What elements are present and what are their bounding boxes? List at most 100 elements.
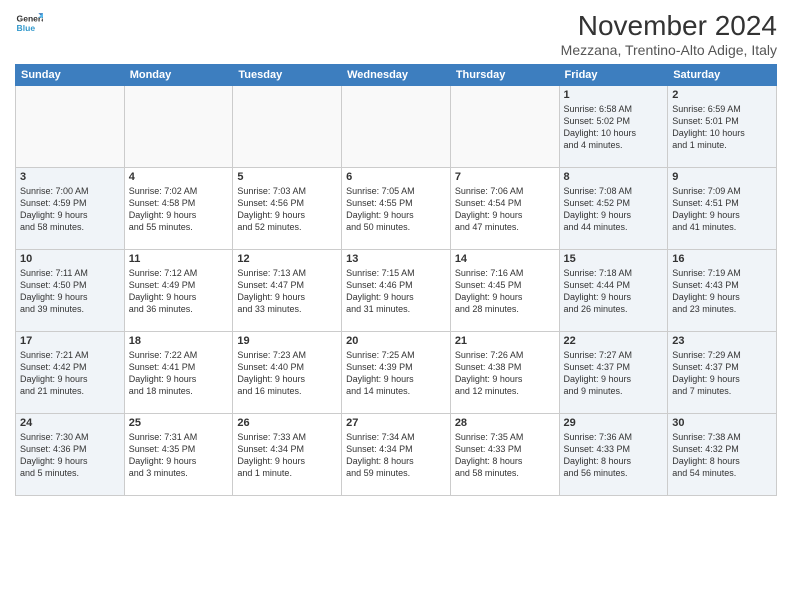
day-number: 27 xyxy=(346,417,446,429)
calendar-header-monday: Monday xyxy=(124,65,233,86)
calendar-header-wednesday: Wednesday xyxy=(342,65,451,86)
day-info: Sunrise: 7:27 AM Sunset: 4:37 PM Dayligh… xyxy=(564,349,664,398)
calendar-header-friday: Friday xyxy=(559,65,668,86)
calendar-cell: 18 Sunrise: 7:22 AM Sunset: 4:41 PM Dayli… xyxy=(124,332,233,414)
day-number: 28 xyxy=(455,417,555,429)
day-info: Sunrise: 7:38 AM Sunset: 4:32 PM Dayligh… xyxy=(672,431,772,480)
calendar-cell: 7Sunrise: 7:06 AM Sunset: 4:54 PM Daylig… xyxy=(450,168,559,250)
calendar-cell: 2 Sunrise: 6:59 AM Sunset: 5:01 PM Daylig… xyxy=(668,86,777,168)
day-info: Sunrise: 7:21 AM Sunset: 4:42 PM Dayligh… xyxy=(20,349,120,398)
calendar-cell: 24Sunrise: 7:30 AM Sunset: 4:36 PM Dayli… xyxy=(16,414,125,496)
calendar-cell: 17 Sunrise: 7:21 AM Sunset: 4:42 PM Dayli… xyxy=(16,332,125,414)
calendar-cell: 25 Sunrise: 7:31 AM Sunset: 4:35 PM Dayli… xyxy=(124,414,233,496)
calendar-cell: 20 Sunrise: 7:25 AM Sunset: 4:39 PM Dayli… xyxy=(342,332,451,414)
calendar-cell: 28 Sunrise: 7:35 AM Sunset: 4:33 PM Dayli… xyxy=(450,414,559,496)
day-info: Sunrise: 7:09 AM Sunset: 4:51 PM Dayligh… xyxy=(672,185,772,234)
day-info: Sunrise: 7:16 AM Sunset: 4:45 PM Dayligh… xyxy=(455,267,555,316)
calendar-header-row: SundayMondayTuesdayWednesdayThursdayFrid… xyxy=(16,65,777,86)
page: General Blue November 2024 Mezzana, Tren… xyxy=(0,0,792,612)
day-number: 4 xyxy=(129,171,229,183)
day-info: Sunrise: 7:13 AM Sunset: 4:47 PM Dayligh… xyxy=(237,267,337,316)
day-info: Sunrise: 7:19 AM Sunset: 4:43 PM Dayligh… xyxy=(672,267,772,316)
calendar-cell: 10 Sunrise: 7:11 AM Sunset: 4:50 PM Dayli… xyxy=(16,250,125,332)
day-number: 9 xyxy=(672,171,772,183)
day-info: Sunrise: 7:34 AM Sunset: 4:34 PM Dayligh… xyxy=(346,431,446,480)
calendar-cell: 6Sunrise: 7:05 AM Sunset: 4:55 PM Daylig… xyxy=(342,168,451,250)
calendar-cell: 13 Sunrise: 7:15 AM Sunset: 4:46 PM Dayli… xyxy=(342,250,451,332)
svg-text:Blue: Blue xyxy=(17,23,36,33)
calendar-week-1: 1 Sunrise: 6:58 AM Sunset: 5:02 PM Daylig… xyxy=(16,86,777,168)
calendar-header-sunday: Sunday xyxy=(16,65,125,86)
header: General Blue November 2024 Mezzana, Tren… xyxy=(15,10,777,58)
calendar-week-5: 24Sunrise: 7:30 AM Sunset: 4:36 PM Dayli… xyxy=(16,414,777,496)
calendar-cell: 29Sunrise: 7:36 AM Sunset: 4:33 PM Dayli… xyxy=(559,414,668,496)
day-number: 11 xyxy=(129,253,229,265)
day-number: 14 xyxy=(455,253,555,265)
day-info: Sunrise: 7:33 AM Sunset: 4:34 PM Dayligh… xyxy=(237,431,337,480)
svg-text:General: General xyxy=(17,14,43,24)
day-number: 6 xyxy=(346,171,446,183)
day-info: Sunrise: 7:36 AM Sunset: 4:33 PM Dayligh… xyxy=(564,431,664,480)
logo: General Blue xyxy=(15,10,43,38)
day-number: 17 xyxy=(20,335,120,347)
calendar-cell: 4 Sunrise: 7:02 AM Sunset: 4:58 PM Daylig… xyxy=(124,168,233,250)
day-info: Sunrise: 7:12 AM Sunset: 4:49 PM Dayligh… xyxy=(129,267,229,316)
day-number: 5 xyxy=(237,171,337,183)
calendar-cell: 27 Sunrise: 7:34 AM Sunset: 4:34 PM Dayli… xyxy=(342,414,451,496)
day-number: 16 xyxy=(672,253,772,265)
day-info: Sunrise: 7:15 AM Sunset: 4:46 PM Dayligh… xyxy=(346,267,446,316)
day-number: 2 xyxy=(672,89,772,101)
calendar-cell: 14 Sunrise: 7:16 AM Sunset: 4:45 PM Dayli… xyxy=(450,250,559,332)
day-number: 23 xyxy=(672,335,772,347)
day-info: Sunrise: 6:58 AM Sunset: 5:02 PM Dayligh… xyxy=(564,103,664,152)
day-number: 20 xyxy=(346,335,446,347)
day-info: Sunrise: 7:00 AM Sunset: 4:59 PM Dayligh… xyxy=(20,185,120,234)
logo-icon: General Blue xyxy=(15,10,43,38)
calendar-cell xyxy=(16,86,125,168)
day-number: 22 xyxy=(564,335,664,347)
calendar-cell: 26 Sunrise: 7:33 AM Sunset: 4:34 PM Dayli… xyxy=(233,414,342,496)
day-number: 10 xyxy=(20,253,120,265)
day-number: 1 xyxy=(564,89,664,101)
day-number: 30 xyxy=(672,417,772,429)
day-info: Sunrise: 7:23 AM Sunset: 4:40 PM Dayligh… xyxy=(237,349,337,398)
calendar-cell: 1 Sunrise: 6:58 AM Sunset: 5:02 PM Daylig… xyxy=(559,86,668,168)
day-number: 13 xyxy=(346,253,446,265)
day-number: 21 xyxy=(455,335,555,347)
day-info: Sunrise: 7:31 AM Sunset: 4:35 PM Dayligh… xyxy=(129,431,229,480)
day-info: Sunrise: 6:59 AM Sunset: 5:01 PM Dayligh… xyxy=(672,103,772,152)
day-number: 12 xyxy=(237,253,337,265)
calendar-header-thursday: Thursday xyxy=(450,65,559,86)
day-info: Sunrise: 7:03 AM Sunset: 4:56 PM Dayligh… xyxy=(237,185,337,234)
day-number: 25 xyxy=(129,417,229,429)
title-block: November 2024 Mezzana, Trentino-Alto Adi… xyxy=(561,10,777,58)
calendar-cell: 15Sunrise: 7:18 AM Sunset: 4:44 PM Dayli… xyxy=(559,250,668,332)
day-info: Sunrise: 7:35 AM Sunset: 4:33 PM Dayligh… xyxy=(455,431,555,480)
day-info: Sunrise: 7:22 AM Sunset: 4:41 PM Dayligh… xyxy=(129,349,229,398)
calendar-cell: 5 Sunrise: 7:03 AM Sunset: 4:56 PM Daylig… xyxy=(233,168,342,250)
calendar-header-tuesday: Tuesday xyxy=(233,65,342,86)
calendar-table: SundayMondayTuesdayWednesdayThursdayFrid… xyxy=(15,64,777,496)
day-number: 18 xyxy=(129,335,229,347)
day-info: Sunrise: 7:02 AM Sunset: 4:58 PM Dayligh… xyxy=(129,185,229,234)
day-number: 24 xyxy=(20,417,120,429)
calendar-cell: 23 Sunrise: 7:29 AM Sunset: 4:37 PM Dayli… xyxy=(668,332,777,414)
calendar-cell: 3Sunrise: 7:00 AM Sunset: 4:59 PM Daylig… xyxy=(16,168,125,250)
calendar-cell: 21 Sunrise: 7:26 AM Sunset: 4:38 PM Dayli… xyxy=(450,332,559,414)
day-info: Sunrise: 7:26 AM Sunset: 4:38 PM Dayligh… xyxy=(455,349,555,398)
day-number: 19 xyxy=(237,335,337,347)
calendar-cell xyxy=(124,86,233,168)
day-number: 26 xyxy=(237,417,337,429)
day-info: Sunrise: 7:08 AM Sunset: 4:52 PM Dayligh… xyxy=(564,185,664,234)
calendar-cell xyxy=(342,86,451,168)
calendar-header-saturday: Saturday xyxy=(668,65,777,86)
calendar-week-2: 3Sunrise: 7:00 AM Sunset: 4:59 PM Daylig… xyxy=(16,168,777,250)
day-info: Sunrise: 7:29 AM Sunset: 4:37 PM Dayligh… xyxy=(672,349,772,398)
calendar-cell: 11 Sunrise: 7:12 AM Sunset: 4:49 PM Dayli… xyxy=(124,250,233,332)
calendar-week-4: 17 Sunrise: 7:21 AM Sunset: 4:42 PM Dayli… xyxy=(16,332,777,414)
day-info: Sunrise: 7:11 AM Sunset: 4:50 PM Dayligh… xyxy=(20,267,120,316)
day-info: Sunrise: 7:25 AM Sunset: 4:39 PM Dayligh… xyxy=(346,349,446,398)
calendar-week-3: 10 Sunrise: 7:11 AM Sunset: 4:50 PM Dayli… xyxy=(16,250,777,332)
calendar-cell: 12 Sunrise: 7:13 AM Sunset: 4:47 PM Dayli… xyxy=(233,250,342,332)
day-info: Sunrise: 7:06 AM Sunset: 4:54 PM Dayligh… xyxy=(455,185,555,234)
